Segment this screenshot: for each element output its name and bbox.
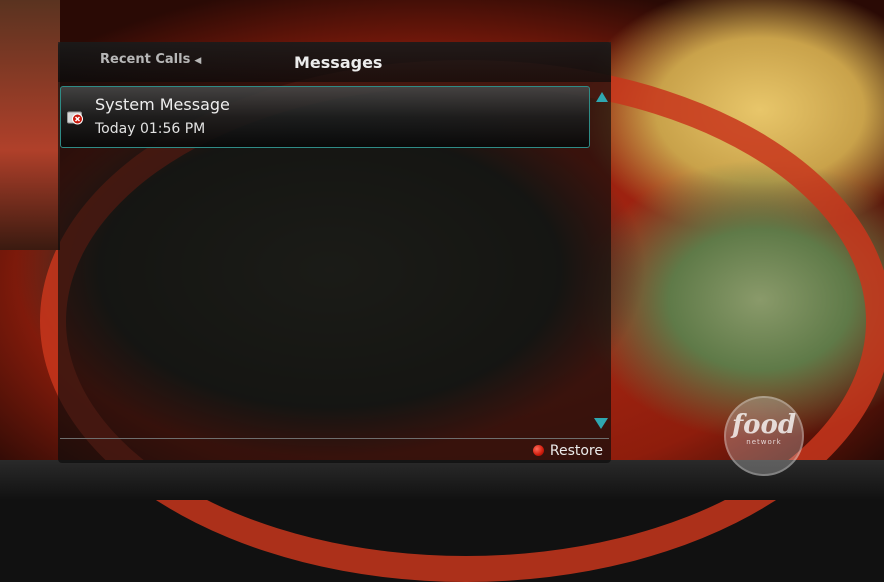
scroll-down-arrow-icon[interactable] (594, 418, 608, 429)
message-timestamp: Today 01:56 PM (95, 121, 206, 137)
restore-button[interactable]: Restore (532, 443, 603, 459)
video-left-edge (0, 0, 60, 250)
scroll-up-arrow-icon[interactable] (596, 92, 608, 102)
panel-footer: Restore (58, 439, 611, 463)
message-title: System Message (95, 95, 230, 114)
red-key-icon (532, 445, 544, 456)
logo-word: food (731, 410, 797, 440)
back-arrow-icon: ◀ (194, 56, 202, 66)
restore-label: Restore (549, 443, 603, 459)
recent-calls-tab[interactable]: Recent Calls ◀ (100, 52, 201, 67)
messages-panel: Recent Calls ◀ Messages System Message To… (58, 42, 611, 463)
panel-header: Recent Calls ◀ Messages (58, 42, 611, 82)
message-list-item[interactable]: System Message Today 01:56 PM (60, 86, 590, 148)
recent-calls-label: Recent Calls (100, 52, 191, 67)
message-unread-x-icon (67, 111, 83, 125)
food-network-logo: food network (724, 396, 804, 476)
page-title: Messages (294, 53, 383, 72)
